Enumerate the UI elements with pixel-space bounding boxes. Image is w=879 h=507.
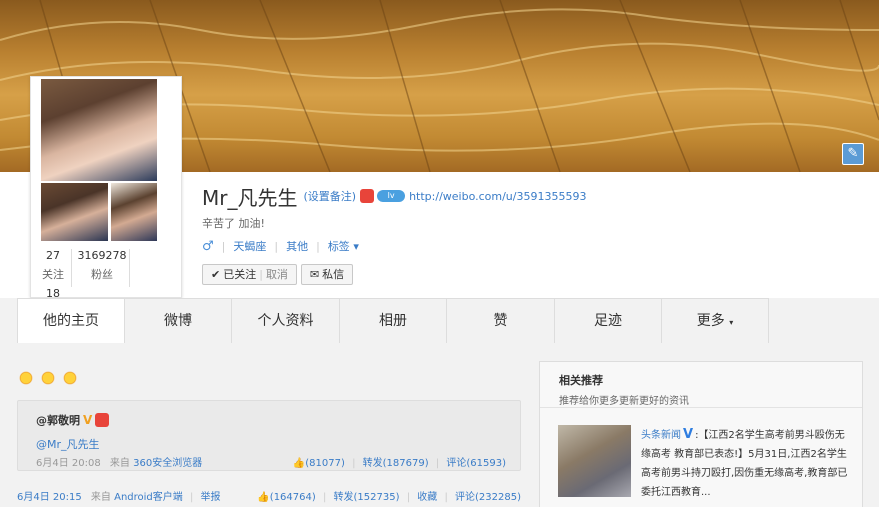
other-link[interactable]: 其他: [286, 238, 308, 254]
profile-meta: ♂ | 天蝎座 | 其他 | 标签 ▾: [202, 238, 359, 254]
tab-home[interactable]: 他的主页: [17, 298, 125, 343]
news-thumbnail[interactable]: [558, 425, 631, 497]
profile-url-link[interactable]: http://weibo.com/u/3591355593: [409, 190, 586, 203]
check-icon: ✔: [211, 268, 221, 281]
comment-link[interactable]: 评论(232285): [455, 492, 521, 503]
fans-label: 粉丝: [91, 268, 113, 281]
avatar[interactable]: [41, 79, 157, 181]
post-content: [18, 370, 78, 386]
edit-cover-icon[interactable]: ✎: [842, 143, 864, 165]
sun-emoji-icon: [18, 370, 34, 386]
tab-more[interactable]: 更多 ▾: [662, 298, 769, 343]
like-button[interactable]: 👍(81077): [293, 458, 345, 469]
divider: |: [189, 492, 194, 503]
dropdown-caret-icon: ▾: [729, 318, 734, 327]
repost-author-row: @郭敬明 V: [36, 412, 110, 428]
forward-link[interactable]: 转发(187679): [363, 458, 429, 469]
message-label: 私信: [322, 268, 345, 281]
news-item[interactable]: 头条新闻 V:【江西2名学生高考前男斗殴伤无缘高考 教育部已表态!】5月31日,江…: [641, 425, 851, 502]
more-label: 更多: [696, 313, 725, 329]
source-prefix: 来自: [109, 458, 130, 469]
tags-label: 标签: [327, 240, 350, 253]
recommend-subtitle: 推荐给你更多更新更好的资讯: [559, 396, 689, 407]
thumbs-up-icon: 👍: [292, 458, 306, 469]
mention-link[interactable]: @Mr_凡先生: [36, 436, 100, 452]
mail-icon: ✉: [309, 268, 320, 281]
follow-status-button[interactable]: ✔ 已关注 | 取消: [202, 264, 297, 285]
bio-text: 辛苦了 加油!: [202, 217, 265, 230]
follow-status-label: 已关注: [223, 268, 257, 281]
male-gender-icon: ♂: [202, 238, 214, 254]
member-badge-icon[interactable]: [360, 189, 375, 203]
divider: |: [435, 458, 440, 469]
related-recommendations: 相关推荐 推荐给你更多更新更好的资讯 头条新闻 V:【江西2名学生高考前男斗殴伤无…: [539, 361, 863, 507]
repost-date-link[interactable]: 6月4日 20:08: [36, 458, 101, 469]
source-prefix: 来自: [90, 492, 111, 503]
reposted-content: @郭敬明 V @Mr_凡先生 6月4日 20:08 来自 360安全浏览器 👍(…: [17, 400, 521, 471]
divider: |: [274, 239, 279, 253]
forward-link[interactable]: 转发(152735): [334, 492, 400, 503]
member-badge-icon[interactable]: [95, 413, 110, 427]
set-remark-link[interactable]: (设置备注): [303, 188, 356, 204]
post-actions: 👍(164764) | 转发(152735) | 收藏 | 评论(232285): [257, 488, 521, 503]
constellation-link[interactable]: 天蝎座: [233, 238, 266, 254]
report-link[interactable]: 举报: [201, 492, 221, 503]
sun-emoji-icon: [62, 370, 78, 386]
following-label: 关注: [42, 268, 64, 281]
dropdown-caret-icon: ▾: [353, 240, 359, 253]
verified-blue-icon: V: [683, 427, 694, 442]
profile-name-row: Mr_凡先生 (设置备注) lv http://weibo.com/u/3591…: [202, 182, 586, 210]
divider: |: [221, 239, 226, 253]
repost-footer: 6月4日 20:08 来自 360安全浏览器 👍(81077) | 转发(187…: [36, 454, 506, 469]
tab-footprints[interactable]: 足迹: [555, 298, 662, 343]
divider: [129, 249, 130, 287]
following-count: 27: [46, 249, 60, 262]
tab-weibo[interactable]: 微博: [125, 298, 232, 343]
recommend-header: 相关推荐 推荐给你更多更新更好的资讯: [540, 362, 862, 408]
like-count: (81077): [305, 458, 345, 469]
fans-stat[interactable]: 3169278 粉丝: [75, 249, 129, 282]
comment-link[interactable]: 评论(61593): [446, 458, 506, 469]
avatar-card: 27 关注 3169278 粉丝 18: [30, 76, 182, 300]
sun-emoji-icon: [40, 370, 56, 386]
divider: |: [316, 239, 320, 253]
unfollow-link[interactable]: 取消: [266, 265, 288, 284]
like-count: (164764): [269, 492, 316, 503]
following-stat[interactable]: 27 关注: [35, 249, 71, 282]
divider: |: [322, 492, 327, 503]
profile-tabs: 他的主页 微博 个人资料 相册 赞 足迹 更多 ▾: [17, 298, 769, 343]
divider: |: [406, 492, 411, 503]
recommend-title: 相关推荐: [559, 374, 603, 387]
news-source-link[interactable]: 头条新闻: [641, 430, 681, 441]
post-date-link[interactable]: 6月4日 20:15: [17, 492, 82, 503]
divider: |: [352, 458, 356, 469]
source-link[interactable]: 360安全浏览器: [133, 458, 202, 469]
fans-count: 3169278: [77, 249, 127, 262]
divider: |: [444, 492, 448, 503]
tab-profile[interactable]: 个人资料: [232, 298, 340, 343]
album-thumbnail[interactable]: [111, 183, 157, 241]
collect-link[interactable]: 收藏: [417, 492, 437, 503]
repost-author-link[interactable]: @郭敬明: [36, 412, 80, 428]
repost-actions: 👍(81077) | 转发(187679) | 评论(61593): [293, 454, 506, 469]
verified-gold-icon: V: [83, 413, 93, 427]
post-footer: 6月4日 20:15 来自 Android客户端 | 举报 👍(164764) …: [17, 488, 521, 503]
action-buttons: ✔ 已关注 | 取消 ✉ 私信: [202, 264, 354, 285]
message-button[interactable]: ✉ 私信: [300, 264, 354, 285]
level-badge-icon[interactable]: lv: [377, 190, 406, 202]
tab-album[interactable]: 相册: [340, 298, 447, 343]
like-button[interactable]: 👍(164764): [257, 492, 315, 503]
profile-name: Mr_凡先生: [202, 185, 298, 210]
divider: [71, 249, 72, 287]
album-thumbnail[interactable]: [41, 183, 108, 241]
tab-likes[interactable]: 赞: [447, 298, 555, 343]
divider: |: [259, 268, 263, 281]
feed-item: @郭敬明 V @Mr_凡先生 6月4日 20:08 来自 360安全浏览器 👍(…: [0, 343, 525, 507]
tags-link[interactable]: 标签 ▾: [328, 238, 359, 254]
thumbs-up-icon: 👍: [257, 492, 270, 503]
source-link[interactable]: Android客户端: [114, 492, 183, 503]
